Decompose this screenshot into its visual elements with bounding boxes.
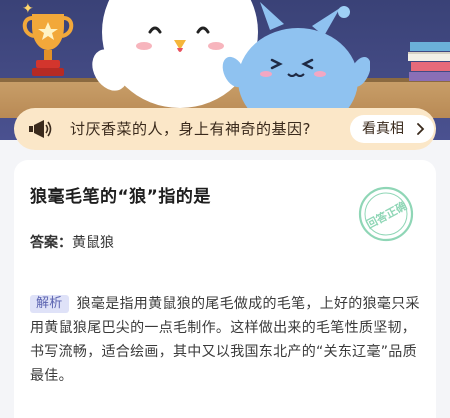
- question-title: 狼毫毛笔的“狼”指的是: [30, 187, 211, 207]
- blue-pet-mascot: [222, 2, 370, 112]
- explain-text: 狼毫是指用黄鼠狼的尾毛做成的毛笔，上好的狼毫只采用黄鼠狼尾巴尖的一点毛制作。这样…: [30, 296, 420, 384]
- view-truth-label: 看真相: [362, 121, 404, 137]
- chevron-right-icon: [417, 123, 425, 135]
- view-truth-button[interactable]: 看真相: [350, 115, 434, 143]
- answer-line: 答案：黄鼠狼: [30, 232, 114, 252]
- hot-question-text: 讨厌香菜的人，身上有神奇的基因?: [70, 120, 311, 138]
- explain-tag: 解析: [30, 295, 69, 313]
- books-icon: [408, 42, 450, 81]
- answer-card: 狼毫毛笔的“狼”指的是 答案：黄鼠狼 回答正确 解析 狼毫是指用黄鼠狼的尾毛做成的…: [14, 160, 436, 418]
- trophy-icon: [22, 14, 74, 76]
- hot-question-bar[interactable]: 讨厌香菜的人，身上有神奇的基因? 看真相: [14, 108, 436, 150]
- megaphone-icon: [29, 120, 52, 138]
- answer-label: 答案：: [30, 235, 72, 251]
- explanation: 解析 狼毫是指用黄鼠狼的尾毛做成的毛笔，上好的狼毫只采用黄鼠狼尾巴尖的一点毛制作。…: [30, 292, 424, 388]
- correct-stamp-icon: 回答正确: [358, 186, 414, 242]
- answer-value: 黄鼠狼: [72, 235, 114, 251]
